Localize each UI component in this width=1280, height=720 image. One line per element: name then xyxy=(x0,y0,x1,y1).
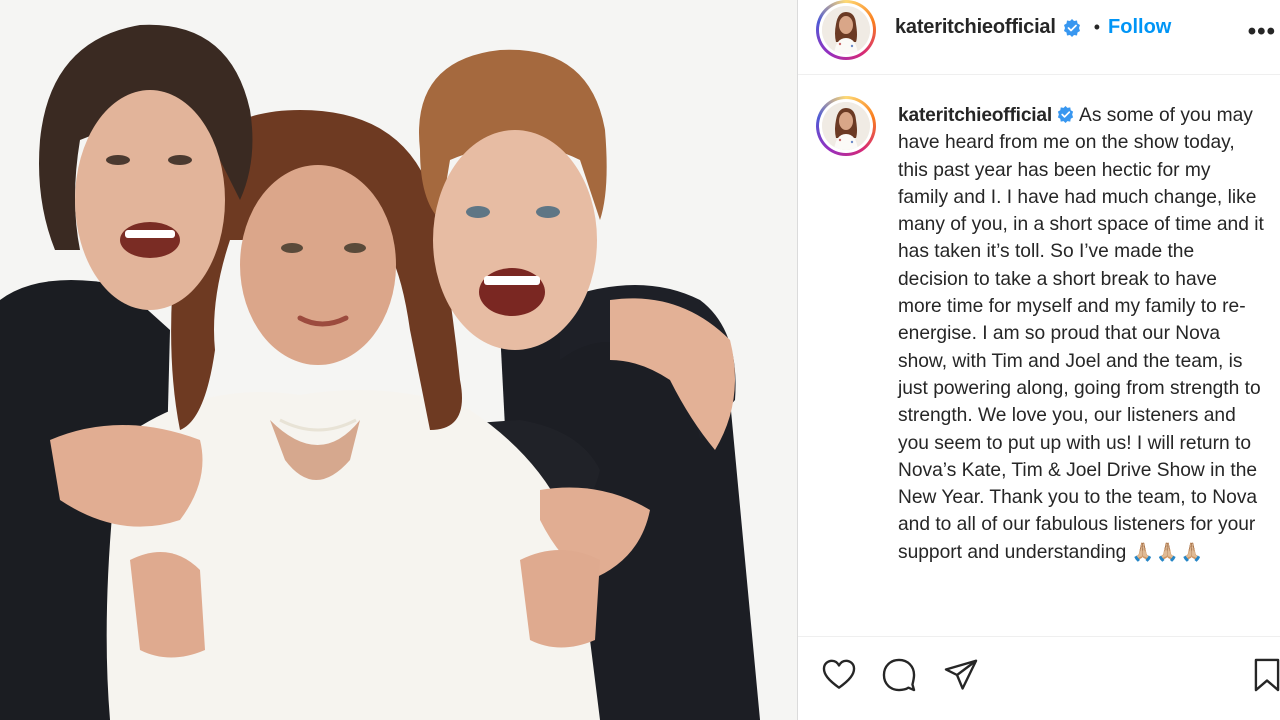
caption-author-avatar[interactable] xyxy=(816,96,876,156)
post-sidebar: kateritchieofficial • Follow ••• katerit… xyxy=(798,0,1280,720)
like-button[interactable] xyxy=(820,656,860,696)
separator-dot: • xyxy=(1093,17,1101,37)
header-user-line: kateritchieofficial • Follow xyxy=(895,16,1171,39)
more-options-icon[interactable]: ••• xyxy=(1248,18,1276,46)
caption-area: kateritchieofficial As some of you may h… xyxy=(798,76,1280,636)
heart-icon xyxy=(822,659,856,689)
verified-badge-icon xyxy=(1057,105,1074,124)
caption-body: As some of you may have heard from me on… xyxy=(898,105,1264,563)
bookmark-icon xyxy=(1254,658,1280,692)
follow-button[interactable]: Follow xyxy=(1108,16,1171,39)
paper-plane-icon xyxy=(944,659,978,690)
verified-badge-icon xyxy=(1063,18,1080,37)
post-header: kateritchieofficial • Follow ••• xyxy=(798,0,1280,75)
save-button[interactable] xyxy=(1248,656,1280,696)
share-button[interactable] xyxy=(942,656,982,696)
author-username[interactable]: kateritchieofficial xyxy=(895,16,1056,39)
caption-username[interactable]: kateritchieofficial xyxy=(898,105,1052,126)
actions-divider xyxy=(798,636,1280,637)
avatar-image xyxy=(822,6,870,54)
avatar-image xyxy=(822,102,870,150)
comment-bubble-icon xyxy=(882,658,916,692)
caption-text: kateritchieofficial As some of you may h… xyxy=(898,102,1264,566)
action-bar xyxy=(798,648,1280,708)
post-photo-illustration xyxy=(0,0,797,720)
prayer-hands-emoji: 🙏🏼🙏🏼🙏🏼 xyxy=(1131,541,1205,562)
author-avatar[interactable] xyxy=(816,0,876,60)
post-photo[interactable] xyxy=(0,0,797,720)
comment-button[interactable] xyxy=(880,656,920,696)
